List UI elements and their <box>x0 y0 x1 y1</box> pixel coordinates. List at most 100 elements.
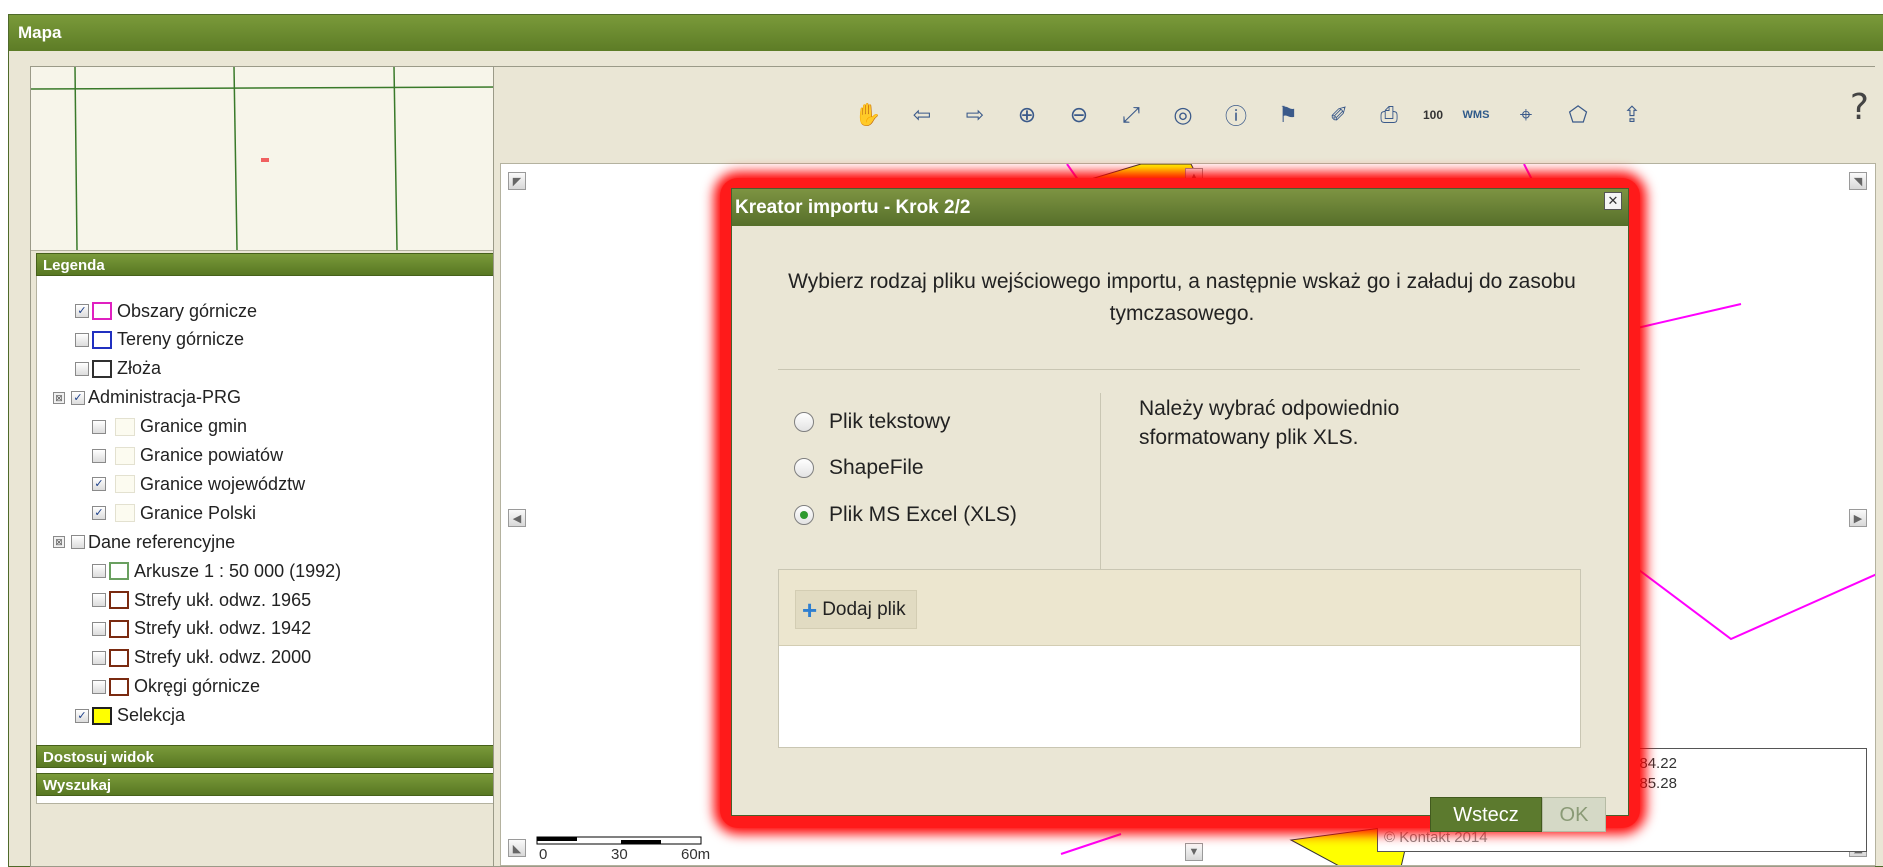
legend-item[interactable]: Złoża <box>75 358 161 380</box>
legend-item[interactable]: Tereny górnicze <box>75 329 244 351</box>
layer-checkbox[interactable] <box>92 448 106 463</box>
legend-item[interactable]: Strefy ukł. odwz. 1942 <box>92 618 311 640</box>
dialog-title[interactable]: Kreator importu - Krok 2/2 <box>732 189 1628 226</box>
radio-plik-tekstowy[interactable] <box>794 412 814 432</box>
option-shapefile[interactable]: ShapeFile <box>794 456 924 480</box>
legend-item-label: Złoża <box>117 358 162 379</box>
legend-item-label: Tereny górnicze <box>117 329 245 350</box>
legend-swatch <box>109 619 129 638</box>
pan-hand-icon[interactable]: ✋ <box>850 97 886 133</box>
legend-item[interactable]: ✓ Selekcja <box>75 705 185 727</box>
measure-icon[interactable]: ⚑ <box>1270 97 1306 133</box>
info-icon[interactable]: ⓘ <box>1218 97 1254 133</box>
divider <box>778 369 1580 370</box>
layer-checkbox[interactable]: ✓ <box>75 708 89 723</box>
layer-checkbox[interactable] <box>92 593 106 607</box>
layer-checkbox[interactable]: ✓ <box>71 390 85 405</box>
vertical-divider <box>1100 393 1101 569</box>
overview-map[interactable] <box>31 67 500 251</box>
pan-east-icon[interactable]: ▶ <box>1849 509 1867 527</box>
scale-label-0: 0 <box>539 846 548 863</box>
layer-checkbox[interactable]: ✓ <box>92 477 106 492</box>
layer-checkbox[interactable] <box>75 332 89 347</box>
legend-item-label: Arkusze 1 : 50 000 (1992) <box>134 560 342 581</box>
legend-item-label: Granice województw <box>140 473 306 494</box>
layer-checkbox[interactable]: ✓ <box>92 506 106 521</box>
pan-west-icon[interactable]: ◀ <box>508 509 526 527</box>
collapse-icon[interactable]: ⊠ <box>53 391 65 404</box>
ok-button[interactable]: OK <box>1542 797 1606 832</box>
legend-item-label: Selekcja <box>117 705 186 726</box>
pan-nw-icon[interactable]: ◤ <box>508 172 526 190</box>
legend-item[interactable]: ✓ Granice województw <box>92 473 305 495</box>
legend-swatch <box>115 417 135 436</box>
legend-item[interactable]: Arkusze 1 : 50 000 (1992) <box>92 560 341 582</box>
legend-swatch <box>92 706 112 725</box>
layer-checkbox[interactable] <box>92 419 106 434</box>
legend-item[interactable]: Okręgi górnicze <box>92 676 260 698</box>
close-icon[interactable]: ✕ <box>1604 192 1622 210</box>
legend-item-label: Okręgi górnicze <box>134 676 261 697</box>
legend-item[interactable]: Strefy ukł. odwz. 2000 <box>92 647 311 669</box>
layer-checkbox[interactable] <box>92 650 106 665</box>
layer-checkbox[interactable]: ✓ <box>75 304 89 318</box>
help-icon[interactable]: ? <box>1850 87 1869 128</box>
overview-map-lines <box>31 67 500 250</box>
back-arrow-icon[interactable]: ⇦ <box>904 97 940 133</box>
layer-checkbox[interactable] <box>92 564 106 579</box>
scale-label-60m: 60m <box>681 846 711 863</box>
pan-ne-icon[interactable]: ◥ <box>1849 172 1867 190</box>
import-icon[interactable]: ⇪ <box>1614 97 1650 133</box>
pan-south-icon[interactable]: ▼ <box>1185 843 1203 861</box>
option-label: Plik tekstowy <box>829 410 951 433</box>
import-wizard-dialog: Kreator importu - Krok 2/2 ✕ Wybierz rod… <box>731 188 1629 832</box>
layer-checkbox[interactable] <box>71 535 85 550</box>
option-plik-ms-excel[interactable]: Plik MS Excel (XLS) <box>794 503 1017 527</box>
forward-arrow-icon[interactable]: ⇨ <box>957 97 993 133</box>
radio-shapefile[interactable] <box>794 458 814 478</box>
select-polygon-icon[interactable]: ⬠ <box>1560 97 1596 133</box>
legend-item-label: Granice powiatów <box>140 445 284 465</box>
legend-swatch <box>115 504 135 523</box>
legend-swatch <box>92 302 112 320</box>
legend-item[interactable]: ✓ Obszary górnicze <box>75 300 257 322</box>
legend-item[interactable]: ✓ Granice Polski <box>92 502 256 524</box>
legend-header[interactable]: Legenda <box>36 253 494 276</box>
legend-item-label: Strefy ukł. odwz. 2000 <box>134 647 312 668</box>
radio-selected-dot <box>800 511 808 519</box>
legend-item-label: Dane referencyjne <box>88 531 236 552</box>
legend-item-label: Granice Polski <box>140 502 257 523</box>
zoom-layer-icon[interactable]: ◎ <box>1165 97 1201 133</box>
layer-checkbox[interactable] <box>92 621 106 636</box>
collapse-icon[interactable]: ⊠ <box>53 536 65 549</box>
layer-checkbox[interactable] <box>75 361 89 376</box>
print-icon[interactable]: ⎙ <box>1371 97 1407 133</box>
select-coordinates-icon[interactable]: ⌖ <box>1508 97 1544 133</box>
panel-dostosuj-widok[interactable]: Dostosuj widok <box>36 745 494 768</box>
legend-item[interactable]: Strefy ukł. odwz. 1965 <box>92 589 311 611</box>
plus-icon: + <box>802 594 818 625</box>
zoom-extent-icon[interactable]: ⤢ <box>1113 97 1149 133</box>
legend-item-label: Granice gmin <box>140 416 248 437</box>
option-plik-tekstowy[interactable]: Plik tekstowy <box>794 410 950 434</box>
measure-area-icon[interactable]: ✐ <box>1321 97 1357 133</box>
legend-item[interactable]: ⊠ ✓ Administracja-PRG <box>53 387 241 409</box>
legend-item-label: Administracja-PRG <box>88 387 242 408</box>
legend-item[interactable]: Granice powiatów <box>92 445 283 467</box>
zoom-out-icon[interactable]: ⊖ <box>1061 97 1097 133</box>
legend-swatch <box>109 562 129 581</box>
wms-icon[interactable]: WMS <box>1458 97 1494 133</box>
upload-area[interactable]: + Dodaj plik <box>778 569 1581 748</box>
legend-item[interactable]: ⊠ Dane referencyjne <box>53 531 235 553</box>
layer-checkbox[interactable] <box>92 679 106 694</box>
add-file-button[interactable]: + Dodaj plik <box>795 590 917 629</box>
pan-sw-icon[interactable]: ◣ <box>508 839 526 857</box>
back-button[interactable]: Wstecz <box>1430 797 1542 832</box>
zoom-in-icon[interactable]: ⊕ <box>1009 97 1045 133</box>
print-scale-icon[interactable]: 100 <box>1415 97 1451 133</box>
dialog-content: Wybierz rodzaj pliku wejściowego importu… <box>732 226 1628 832</box>
legend-swatch <box>92 359 112 378</box>
panel-wyszukaj[interactable]: Wyszukaj <box>36 773 494 796</box>
radio-plik-ms-excel[interactable] <box>794 505 814 525</box>
legend-item[interactable]: Granice gmin <box>92 416 247 438</box>
